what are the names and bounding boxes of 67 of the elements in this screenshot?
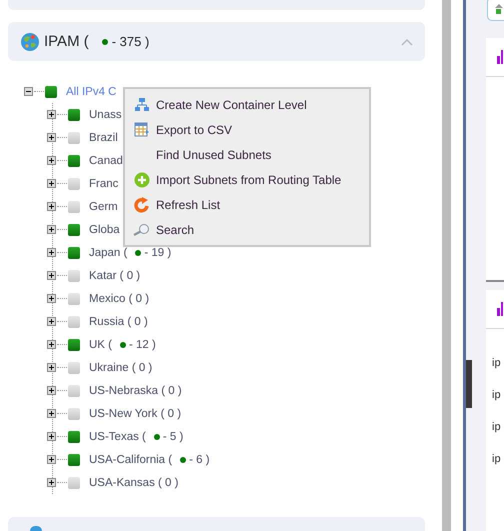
expand-toggle[interactable] <box>47 110 56 119</box>
add-icon <box>134 172 150 188</box>
list-item[interactable]: ip <box>492 356 504 370</box>
menu-item[interactable]: Search <box>125 217 369 242</box>
tree-label: Mexico ( 0 ) <box>89 292 150 304</box>
expand-toggle[interactable] <box>47 225 56 234</box>
expand-toggle[interactable] <box>47 432 56 441</box>
panel-header[interactable]: IPAM ( - 375 ) <box>8 22 425 61</box>
status-dot-icon <box>180 456 186 462</box>
upload-icon <box>495 4 503 14</box>
tree-label: Russia ( 0 ) <box>89 316 148 328</box>
expand-toggle[interactable] <box>47 340 56 349</box>
expand-toggle[interactable] <box>47 294 56 303</box>
expand-toggle[interactable] <box>47 179 56 188</box>
expand-toggle[interactable] <box>47 409 56 418</box>
item-count: - 12 ) <box>129 338 156 350</box>
expand-toggle[interactable] <box>47 271 56 280</box>
item-count: - 19 ) <box>144 246 172 258</box>
tree-label: Franc <box>89 178 118 190</box>
tree-label: Globa <box>89 224 120 236</box>
bar-chart-icon <box>497 302 503 316</box>
table-icon <box>134 122 150 138</box>
tree-label: Katar ( 0 ) <box>89 270 140 282</box>
search-icon <box>132 222 150 236</box>
menu-item[interactable]: Create New Container Level <box>125 92 369 117</box>
hierarchy-icon <box>134 96 150 112</box>
status-dot-icon <box>120 342 126 348</box>
tree-label: Japan ( <box>89 246 128 258</box>
tree-label: US-Texas ( <box>89 430 146 442</box>
list-item[interactable]: ip <box>492 420 504 434</box>
tree-label: USA-Kansas ( 0 ) <box>89 476 178 488</box>
panel-title: IPAM ( <box>44 33 89 50</box>
refresh-icon <box>134 196 150 212</box>
bar-chart-icon <box>497 50 503 64</box>
tree-label: US-Nebraska ( 0 ) <box>89 384 182 396</box>
expand-toggle[interactable] <box>47 363 56 372</box>
tree-label: USA-California ( <box>89 454 172 466</box>
scroll-handle[interactable] <box>466 360 472 408</box>
tree-label: Canad <box>89 154 123 166</box>
status-dot-icon <box>154 434 160 440</box>
menu-item[interactable]: Find Unused Subnets <box>125 142 369 167</box>
tree-label: Germ <box>89 200 118 212</box>
expand-toggle[interactable] <box>47 133 56 142</box>
tree-label: UK ( <box>89 338 112 350</box>
expand-toggle[interactable] <box>47 455 56 464</box>
tree-label: Brazil <box>89 132 118 144</box>
menu-item[interactable]: Export to CSV <box>125 117 369 142</box>
menu-item[interactable]: Import Subnets from Routing Table <box>125 167 369 192</box>
expand-toggle[interactable] <box>47 248 56 257</box>
list-item[interactable]: ip <box>492 388 504 402</box>
menu-item[interactable]: Refresh List <box>125 192 369 217</box>
tree-label: US-New York ( 0 ) <box>89 408 182 420</box>
expand-toggle[interactable] <box>47 478 56 487</box>
list-item[interactable]: ip <box>492 452 504 466</box>
expand-toggle[interactable] <box>47 386 56 395</box>
item-count: - 5 ) <box>162 430 184 442</box>
expand-toggle[interactable] <box>47 202 56 211</box>
tree-link[interactable]: All IPv4 C <box>66 86 116 98</box>
expand-toggle[interactable] <box>47 317 56 326</box>
item-count: - 6 ) <box>189 454 210 466</box>
item-count: - 375 ) <box>112 34 150 49</box>
expand-toggle[interactable] <box>47 156 56 165</box>
tree-label: Ukraine ( 0 ) <box>89 362 152 374</box>
tree-label: Unass <box>89 108 122 120</box>
status-dot-icon <box>102 39 108 45</box>
collapse-toggle[interactable] <box>24 87 33 96</box>
status-dot-icon <box>135 250 142 256</box>
